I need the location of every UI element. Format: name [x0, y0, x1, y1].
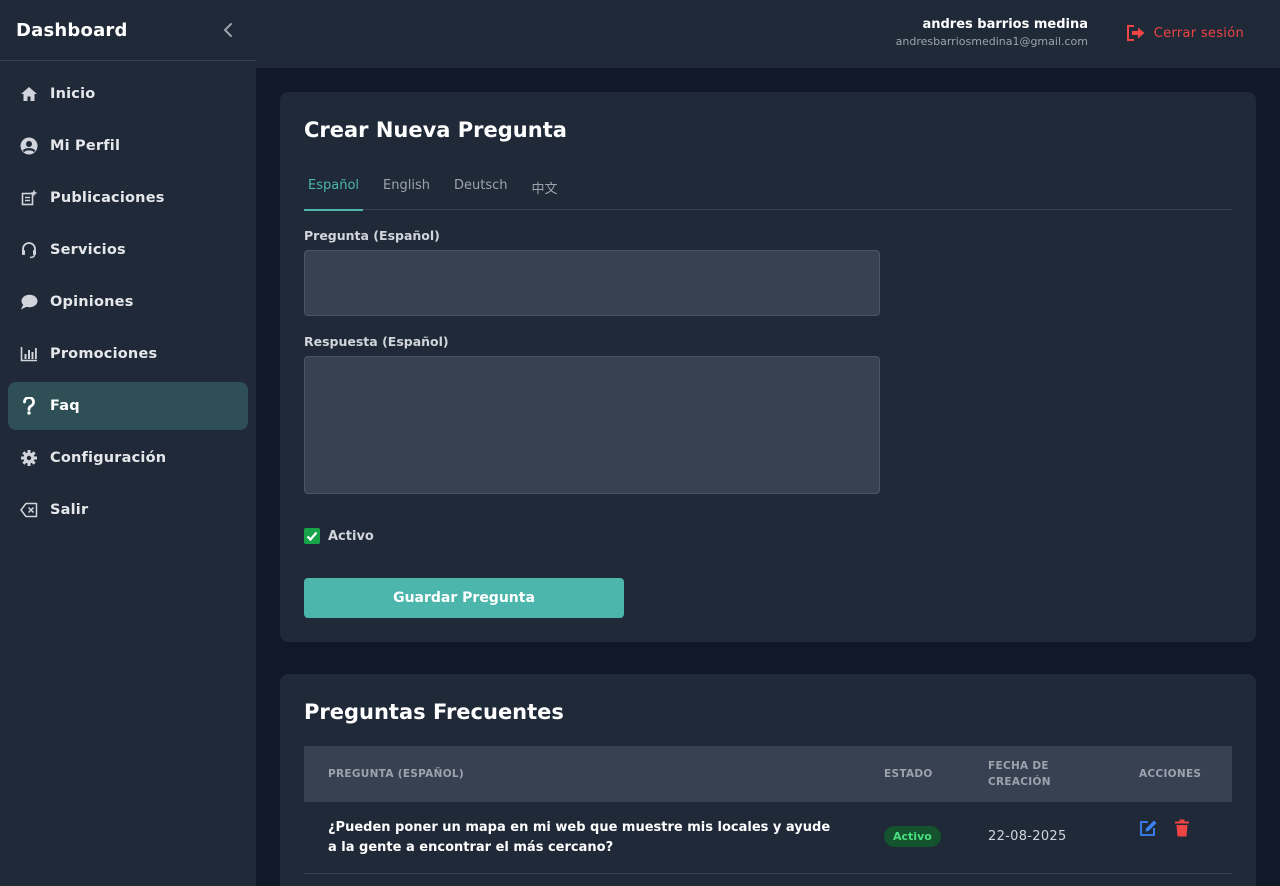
sidebar-item-servicios[interactable]: Servicios — [8, 226, 248, 274]
active-label: Activo — [328, 528, 374, 544]
answer-field[interactable] — [304, 356, 880, 494]
faq-table: Pregunta (Español) Estado Fecha de creac… — [304, 746, 1232, 874]
column-actions: Acciones — [1139, 768, 1202, 780]
sidebar-item-mi-perfil[interactable]: Mi Perfil — [8, 122, 248, 170]
logout-icon — [1126, 25, 1145, 41]
chevron-left-icon — [224, 23, 232, 37]
sidebar: Dashboard Inicio Mi Perfil Publicaciones — [0, 0, 256, 886]
sidebar-item-salir[interactable]: Salir — [8, 486, 248, 534]
column-created: Fecha de creación — [988, 758, 1051, 790]
column-created-line2: creación — [988, 776, 1051, 788]
sidebar-item-label: Promociones — [50, 346, 158, 362]
user-name: andres barrios medina — [922, 17, 1088, 32]
sidebar-item-configuracion[interactable]: Configuración — [8, 434, 248, 482]
tab-deutsch[interactable]: Deutsch — [450, 168, 512, 210]
sidebar-header: Dashboard — [0, 0, 256, 61]
sidebar-item-faq[interactable]: Faq — [8, 382, 248, 430]
checkmark-icon — [306, 531, 318, 542]
trash-icon — [1175, 819, 1189, 837]
logout-button[interactable]: Cerrar sesión — [1126, 24, 1244, 42]
bar-chart-icon — [20, 345, 38, 363]
backspace-icon — [20, 501, 38, 519]
create-question-card: Crear Nueva Pregunta Español English Deu… — [280, 92, 1256, 642]
active-row: Activo — [304, 528, 374, 544]
row-date: 22-08-2025 — [988, 829, 1067, 844]
sidebar-item-label: Servicios — [50, 242, 126, 258]
sidebar-nav: Inicio Mi Perfil Publicaciones Servicios… — [0, 61, 256, 534]
tab-espanol[interactable]: Español — [304, 168, 364, 211]
user-email: andresbarriosmedina1@gmail.com — [895, 35, 1088, 48]
question-label: Pregunta (Español) — [304, 228, 440, 243]
language-tabs: Español English Deutsch 中文 — [304, 168, 1232, 211]
sidebar-item-label: Mi Perfil — [50, 138, 121, 154]
question-icon — [20, 397, 38, 415]
sidebar-item-publicaciones[interactable]: Publicaciones — [8, 174, 248, 222]
table-header: Pregunta (Español) Estado Fecha de creac… — [304, 746, 1232, 802]
sidebar-item-label: Publicaciones — [50, 190, 165, 206]
sidebar-item-label: Configuración — [50, 450, 167, 466]
faq-list-card: Preguntas Frecuentes Pregunta (Español) … — [280, 674, 1256, 886]
delete-button[interactable] — [1172, 818, 1192, 838]
column-question: Pregunta (Español) — [328, 768, 465, 780]
status-badge: Activo — [884, 826, 941, 847]
sidebar-item-label: Salir — [50, 502, 89, 518]
row-question: ¿Pueden poner un mapa en mi web que mues… — [328, 820, 831, 855]
home-icon — [20, 85, 38, 103]
user-info: andres barrios medina andresbarriosmedin… — [896, 17, 1088, 48]
sidebar-item-promociones[interactable]: Promociones — [8, 330, 248, 378]
edit-icon — [1139, 820, 1156, 836]
table-row: ¿Pueden poner un mapa en mi web que mues… — [304, 802, 1232, 874]
tab-chinese[interactable]: 中文 — [527, 168, 561, 210]
question-field[interactable] — [304, 250, 880, 316]
form-title: Crear Nueva Pregunta — [304, 118, 567, 142]
sidebar-item-label: Opiniones — [50, 294, 134, 310]
column-created-line1: Fecha de — [988, 760, 1049, 772]
chat-bubble-icon — [20, 293, 38, 311]
sidebar-item-label: Inicio — [50, 86, 96, 102]
tab-english[interactable]: English — [379, 168, 434, 210]
user-circle-icon — [20, 137, 38, 155]
post-add-icon — [20, 189, 38, 207]
sidebar-item-label: Faq — [50, 398, 80, 414]
sidebar-item-inicio[interactable]: Inicio — [8, 70, 248, 118]
gear-icon — [20, 449, 38, 467]
collapse-sidebar-button[interactable] — [216, 18, 240, 42]
headset-icon — [20, 241, 38, 259]
answer-label: Respuesta (Español) — [304, 334, 449, 349]
save-question-button[interactable]: Guardar Pregunta — [304, 578, 624, 618]
edit-button[interactable] — [1138, 818, 1158, 838]
column-status: Estado — [884, 768, 933, 780]
faq-list-title: Preguntas Frecuentes — [304, 700, 564, 724]
sidebar-item-opiniones[interactable]: Opiniones — [8, 278, 248, 326]
brand-title: Dashboard — [16, 19, 128, 41]
topbar: andres barrios medina andresbarriosmedin… — [256, 0, 1280, 68]
logout-label: Cerrar sesión — [1153, 25, 1244, 41]
active-checkbox[interactable] — [304, 528, 320, 544]
